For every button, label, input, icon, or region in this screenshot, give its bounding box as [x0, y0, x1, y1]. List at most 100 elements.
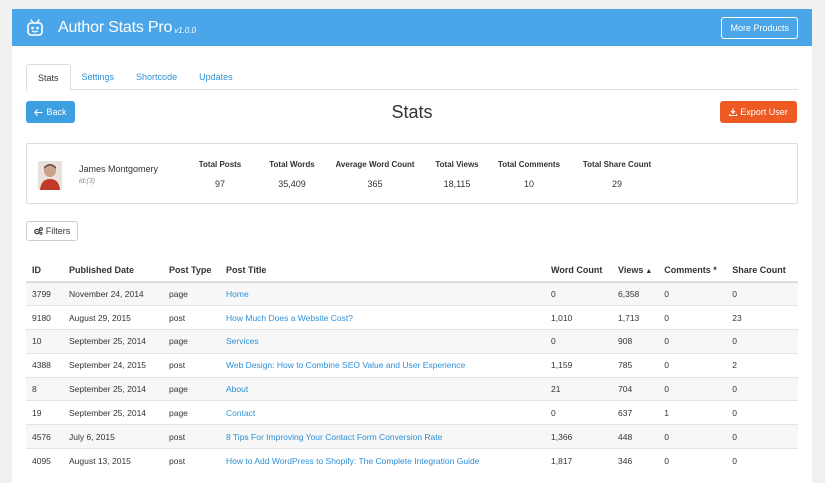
sort-asc-icon: ▲: [645, 268, 653, 275]
filters-label: Filters: [45, 226, 71, 236]
user-summary-panel: James Montgomery id:(3) Total Posts 97 T…: [26, 143, 798, 204]
table-cell: post: [163, 352, 220, 378]
table-cell: November 24, 2014: [63, 281, 163, 306]
tab-settings[interactable]: Settings: [71, 64, 126, 90]
table-cell: September 24, 2015: [63, 352, 163, 378]
table-cell: 1,817: [545, 448, 612, 473]
stat-label: Total Views: [435, 160, 479, 169]
tab-stats[interactable]: Stats: [26, 64, 71, 91]
table-cell: 10: [26, 329, 63, 354]
table-cell: 0: [726, 329, 798, 354]
table-row: 4388 September 24, 2015 post Web Design: Ho…: [26, 352, 798, 378]
tab-shortcode[interactable]: Shortcode: [125, 64, 188, 90]
post-title-link[interactable]: How to Add WordPress to Shopify: The Com…: [220, 448, 545, 473]
table-cell: 0: [658, 329, 727, 354]
table-cell: 0: [658, 424, 727, 449]
table-cell: September 25, 2014: [63, 400, 163, 425]
table-cell: 19: [26, 400, 63, 425]
stat-label: Total Words: [269, 160, 315, 169]
stat-value: 97: [214, 179, 225, 189]
table-cell: post: [163, 424, 220, 449]
stat-value: 365: [367, 179, 383, 189]
table-row: 9180 August 29, 2015 post How Much Does a W…: [26, 305, 798, 330]
table-cell: 0: [658, 352, 727, 378]
table-cell: 908: [612, 329, 659, 354]
table-cell: 23: [726, 305, 798, 330]
col-word-count[interactable]: Word Count: [545, 259, 612, 283]
post-title-link[interactable]: Contact: [220, 400, 545, 425]
user-id: id:(3): [79, 178, 95, 185]
more-products-button[interactable]: More Products: [721, 16, 798, 39]
post-title-link[interactable]: Services: [220, 329, 545, 354]
table-cell: 346: [612, 448, 659, 473]
table-cell: 1,159: [545, 352, 612, 378]
app-version: v1.0.0: [174, 26, 196, 35]
table-cell: 4576: [26, 424, 63, 449]
avatar: [38, 161, 62, 190]
col-id[interactable]: ID: [26, 259, 63, 283]
post-title-link[interactable]: 8 Tips For Improving Your Contact Form C…: [220, 424, 545, 449]
stat-value: 29: [611, 179, 622, 189]
stat-label: Total Posts: [198, 160, 242, 169]
table-cell: 0: [726, 448, 798, 473]
user-name: James Montgomery: [79, 164, 159, 174]
tab-bar: Stats Settings Shortcode Updates: [26, 64, 798, 91]
table-cell: July 6, 2015: [63, 424, 163, 449]
post-title-link[interactable]: About: [220, 376, 545, 401]
col-share-count[interactable]: Share Count: [726, 259, 798, 283]
table-cell: 9180: [26, 305, 63, 330]
table-row: 4095 August 13, 2015 post How to Add WordPr…: [26, 448, 798, 473]
page-title: Stats: [391, 102, 433, 122]
col-post-title[interactable]: Post Title: [220, 259, 545, 283]
post-title-link[interactable]: Web Design: How to Combine SEO Value and…: [220, 352, 545, 378]
table-cell: 0: [658, 305, 727, 330]
table-cell: 2: [726, 352, 798, 378]
table-cell: 1,010: [545, 305, 612, 330]
col-views-label: Views: [618, 265, 644, 275]
table-cell: 21: [545, 376, 612, 401]
stat-total-views: Total Views 18,115: [428, 160, 486, 189]
post-title-link[interactable]: How Much Does a Website Cost?: [220, 305, 545, 330]
table-row: 8 September 25, 2014 page About 21 704 0 0: [26, 376, 798, 401]
table-row: 10 September 25, 2014 page Services 0 908 0 0: [26, 329, 798, 354]
table-cell: 0: [726, 424, 798, 449]
stat-label: Total Share Count: [582, 160, 652, 169]
table-cell: 0: [545, 400, 612, 425]
table-cell: page: [163, 329, 220, 354]
table-cell: September 25, 2014: [63, 329, 163, 354]
export-user-button[interactable]: Export User: [720, 101, 797, 123]
table-cell: page: [163, 376, 220, 401]
stat-label: Average Word Count: [335, 160, 415, 169]
table-header-row: ID Published Date Post Type Post Title W…: [26, 259, 798, 283]
table-cell: 1,366: [545, 424, 612, 449]
table-cell: page: [163, 281, 220, 306]
stat-value: 10: [523, 179, 534, 189]
table-row: 19 September 25, 2014 page Contact 0 637 1 0: [26, 400, 798, 425]
cogs-icon: [33, 227, 43, 235]
app-title: Author Stats Pro: [58, 18, 173, 36]
table-cell: 8: [26, 376, 63, 401]
table-cell: 0: [658, 448, 727, 473]
stat-total-words: Total Words 35,409: [262, 160, 322, 189]
col-post-type[interactable]: Post Type: [163, 259, 220, 283]
col-published-date[interactable]: Published Date: [63, 259, 163, 283]
col-comments[interactable]: Comments *: [658, 259, 727, 283]
stat-label: Total Comments: [497, 160, 561, 169]
table-cell: September 25, 2014: [63, 376, 163, 401]
table-cell: 0: [545, 329, 612, 354]
table-row: 4576 July 6, 2015 post 8 Tips For Improving…: [26, 424, 798, 449]
table-cell: August 29, 2015: [63, 305, 163, 330]
tab-updates[interactable]: Updates: [188, 64, 244, 90]
col-views[interactable]: Views ▲: [612, 259, 659, 283]
stat-total-comments: Total Comments 10: [493, 160, 565, 189]
table-cell: 4388: [26, 352, 63, 378]
post-title-link[interactable]: Home: [220, 281, 545, 306]
filters-button[interactable]: Filters: [26, 221, 78, 241]
posts-table-body: 3799 November 24, 2014 page Home 0 6,358 0 0 918…: [26, 281, 798, 473]
table-cell: 1: [658, 400, 727, 425]
table-cell: post: [163, 448, 220, 473]
table-cell: 0: [658, 281, 727, 306]
table-cell: 0: [545, 281, 612, 306]
table-cell: 1,713: [612, 305, 659, 330]
stat-total-share-count: Total Share Count 29: [578, 160, 656, 189]
